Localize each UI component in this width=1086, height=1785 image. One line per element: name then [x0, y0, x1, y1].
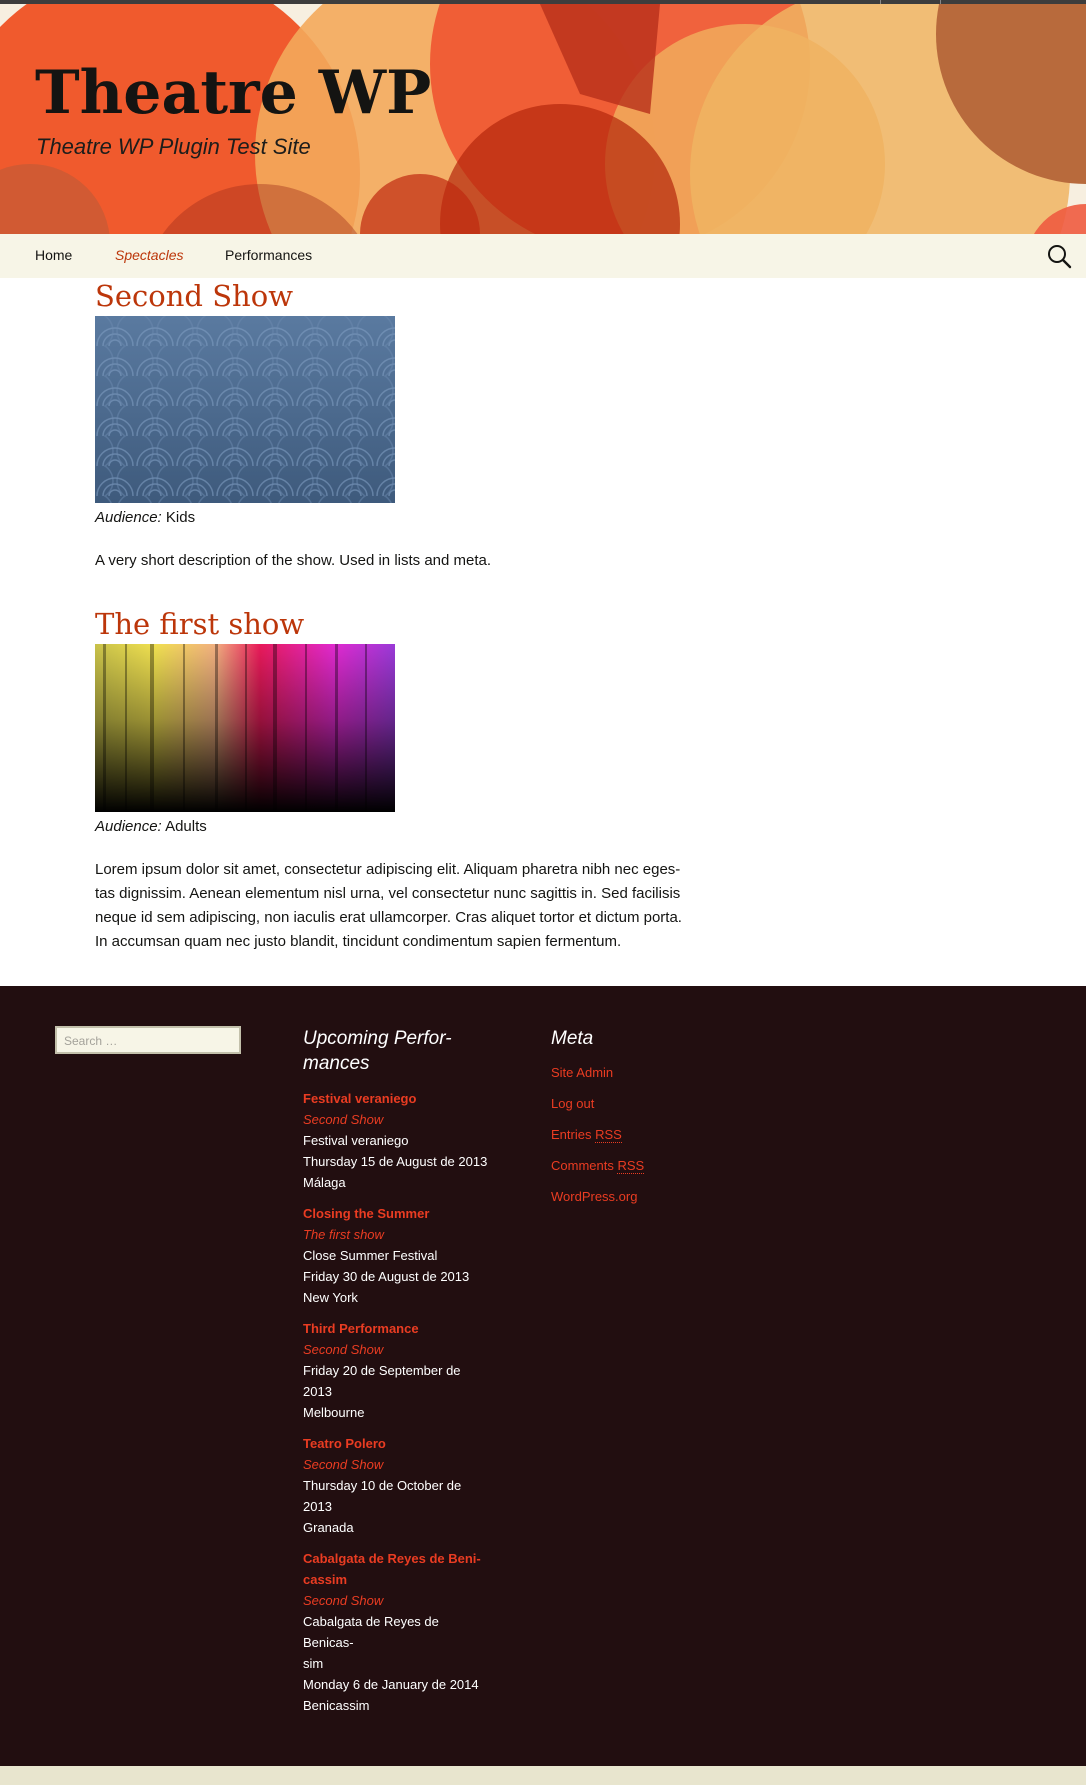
performance-item: Closing the Summer The first show Close …: [303, 1203, 493, 1308]
meta-widget: Meta Site Admin Log out Entries RSS Comm…: [551, 1026, 751, 1212]
audience-meta: Audience: Kids: [95, 509, 705, 526]
performance-date: 2013: [303, 1384, 332, 1399]
performance-item: Third Performance Second Show Friday 20 …: [303, 1318, 493, 1423]
performance-show-link[interactable]: Second Show: [303, 1590, 493, 1611]
performance-item: Festival veraniego Second Show Festival …: [303, 1088, 493, 1193]
excerpt-line: Lorem ipsum dolor sit amet, consectetur …: [95, 861, 681, 878]
performance-title-link[interactable]: Cabalgata de Reyes de Beni- cassim: [303, 1548, 493, 1590]
search-icon[interactable]: [1046, 243, 1072, 269]
performance-city: Málaga: [303, 1175, 346, 1190]
meta-link-wordpress-org[interactable]: WordPress.org: [551, 1181, 751, 1212]
performance-title-link[interactable]: Teatro Polero: [303, 1433, 493, 1454]
search-input[interactable]: Search …: [55, 1026, 241, 1054]
meta-link-log-out[interactable]: Log out: [551, 1088, 751, 1119]
performance-date: Monday 6 de January de 2014: [303, 1677, 479, 1692]
nav-item-spectacles[interactable]: Spectacles: [115, 247, 183, 263]
performance-title-link[interactable]: Festival veraniego: [303, 1088, 493, 1109]
post-first-show: The first show Audience: Adults Lorem ip…: [95, 606, 705, 954]
post-second-show: Second Show Audience: Kids A very short …: [95, 278, 705, 573]
meta-link-site-admin[interactable]: Site Admin: [551, 1057, 751, 1088]
widget-title: Meta: [551, 1028, 594, 1049]
performance-show-link[interactable]: Second Show: [303, 1109, 493, 1130]
meta-link-comments-rss[interactable]: Comments RSS: [551, 1150, 751, 1181]
performance-show-link[interactable]: Second Show: [303, 1454, 493, 1475]
performance-title-link[interactable]: Third Performance: [303, 1318, 493, 1339]
audience-label: Audience:: [95, 509, 162, 526]
main-navigation: Home Spectacles Performances: [0, 234, 1086, 278]
nav-item-home[interactable]: Home: [35, 247, 72, 263]
upcoming-performances-widget: Upcoming Perfor- mances Festival veranie…: [303, 1026, 493, 1716]
audience-meta: Audience: Adults: [95, 818, 705, 835]
performance-event: Festival veraniego: [303, 1133, 409, 1148]
performance-date: Friday 30 de August de 2013: [303, 1269, 470, 1284]
post-title[interactable]: The first show: [95, 606, 705, 642]
performance-date: Thursday 15 de August de 2013: [303, 1154, 488, 1169]
excerpt-line: neque id sem adipiscing, non iaculis era…: [95, 909, 682, 926]
post-excerpt: A very short description of the show. Us…: [95, 552, 492, 569]
site-title[interactable]: Theatre WP: [35, 58, 431, 128]
performance-city: Granada: [303, 1520, 354, 1535]
performance-title-link[interactable]: Closing the Summer: [303, 1203, 493, 1224]
nav-item-performances[interactable]: Performances: [225, 247, 312, 263]
post-excerpt: Lorem ipsum dolor sit amet, consectetur …: [95, 858, 705, 954]
meta-link-entries-rss[interactable]: Entries RSS: [551, 1119, 751, 1150]
audience-value: Adults: [165, 818, 207, 835]
performance-date: Thursday 10 de October de: [303, 1478, 462, 1493]
performance-city: New York: [303, 1290, 358, 1305]
excerpt-line: tas dignissim. Aenean elementum nisl urn…: [95, 885, 681, 902]
performance-show-link[interactable]: Second Show: [303, 1339, 493, 1360]
performance-city: Melbourne: [303, 1405, 365, 1420]
performance-item: Teatro Polero Second Show Thursday 10 de…: [303, 1433, 493, 1538]
performance-city: Benicassim: [303, 1698, 370, 1713]
performance-item: Cabalgata de Reyes de Beni- cassim Secon…: [303, 1548, 493, 1716]
performance-event: Close Summer Festival: [303, 1248, 438, 1263]
performance-event: Cabalgata de Reyes de Benicas-: [303, 1614, 439, 1650]
audience-value: Kids: [165, 509, 196, 526]
excerpt-line: In accumsan quam nec justo blandit, tinc…: [95, 933, 622, 950]
widget-title: Upcoming Perfor- mances: [303, 1028, 452, 1074]
site-footer: Search … Upcoming Perfor- mances Festiva…: [0, 986, 1086, 1766]
post-thumbnail-blue-pattern[interactable]: [95, 316, 395, 503]
site-info-bar: [0, 1766, 1086, 1785]
site-header: Theatre WP Theatre WP Plugin Test Site: [0, 4, 1086, 234]
performance-event: sim: [303, 1656, 324, 1671]
performance-date: Friday 20 de September de: [303, 1363, 461, 1378]
performance-date: 2013: [303, 1499, 332, 1514]
post-thumbnail-color-streaks[interactable]: [95, 644, 395, 812]
content-area: Second Show Audience: Kids A very short …: [0, 278, 1086, 986]
performance-show-link[interactable]: The first show: [303, 1224, 493, 1245]
post-title[interactable]: Second Show: [95, 278, 705, 314]
audience-label: Audience:: [95, 818, 162, 835]
site-description: Theatre WP Plugin Test Site: [36, 134, 311, 159]
